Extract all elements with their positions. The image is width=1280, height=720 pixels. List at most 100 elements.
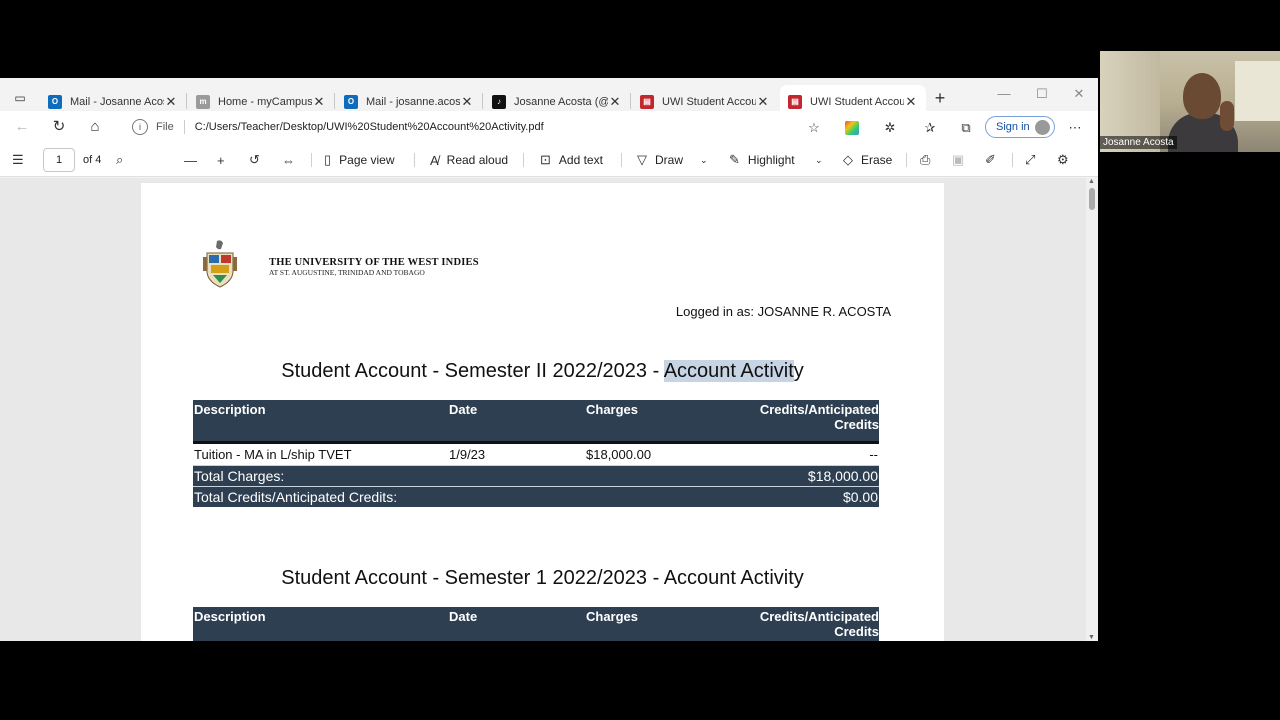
- zoom-out-icon[interactable]: —: [184, 150, 205, 170]
- settings-gear-icon[interactable]: ⚙: [1057, 150, 1077, 170]
- row-credits: --: [725, 440, 879, 465]
- save-icon[interactable]: ▣: [952, 150, 972, 170]
- col-header: Description: [193, 607, 448, 641]
- toolbar-divider: [621, 153, 622, 167]
- sign-in-button[interactable]: Sign in: [985, 116, 1055, 138]
- highlight-button[interactable]: ✎ Highlight: [729, 150, 795, 170]
- total-charges-row: Total Charges: $18,000.00: [193, 464, 879, 486]
- highlight-chevron-down-icon[interactable]: ⌄: [815, 150, 823, 170]
- title-highlight: Account Activit: [663, 360, 794, 382]
- read-aloud-label: Read aloud: [446, 153, 509, 167]
- pdf-page: THE UNIVERSITY OF THE WEST INDIES AT ST.…: [141, 183, 944, 641]
- draw-button[interactable]: ▽ Draw: [637, 150, 683, 170]
- minimize-icon[interactable]: —: [992, 86, 1016, 106]
- tab-separator: [630, 93, 631, 109]
- row-description: Tuition - MA in L/ship TVET: [193, 440, 448, 465]
- address-bar: ← ↻ ⌂ i File C:/Users/Teacher/Desktop/UW…: [0, 111, 1098, 143]
- total-credits-label: Total Credits/Anticipated Credits:: [193, 485, 725, 507]
- url-field[interactable]: i File C:/Users/Teacher/Desktop/UWI%20St…: [122, 114, 834, 140]
- rotate-icon[interactable]: ↺: [249, 150, 268, 170]
- total-charges-label: Total Charges:: [193, 464, 725, 486]
- col-header: Credits/Anticipated Credits: [725, 400, 879, 442]
- back-arrow-icon[interactable]: ←: [10, 116, 34, 138]
- home-icon[interactable]: ⌂: [83, 116, 107, 138]
- add-text-button[interactable]: ⊡ Add text: [540, 150, 603, 170]
- scrollbar-thumb[interactable]: [1089, 188, 1095, 210]
- row-charges: $18,000.00: [585, 440, 725, 465]
- outlook-icon: O: [48, 94, 62, 109]
- maximize-icon[interactable]: ☐: [1030, 86, 1054, 106]
- search-icon[interactable]: ⌕: [116, 150, 131, 170]
- uwi-crest-logo: [203, 240, 237, 288]
- row-date: 1/9/23: [448, 440, 585, 465]
- pdf-toolbar: ☰ 1 of 4 ⌕ — + ↺ ⇔ ▯ Page view A̸ Read alo…: [0, 143, 1098, 177]
- toolbar-divider: [1012, 153, 1013, 167]
- tab-separator: [482, 93, 483, 109]
- total-charges-value: $18,000.00: [725, 464, 879, 486]
- sign-in-label: Sign in: [996, 121, 1030, 133]
- more-menu-icon[interactable]: ⋯: [1066, 119, 1084, 137]
- scroll-down-icon[interactable]: ▼: [1088, 634, 1095, 641]
- vertical-scrollbar[interactable]: ▲ ▼: [1086, 178, 1098, 641]
- col-header: Date: [448, 607, 585, 641]
- divider: [183, 120, 185, 134]
- page-view-label: Page view: [339, 153, 395, 167]
- read-aloud-button[interactable]: A̸ Read aloud: [430, 150, 508, 170]
- extensions-puzzle-icon[interactable]: ✲: [881, 119, 899, 137]
- table-header-row: Description Date Charges Credits/Anticip…: [193, 400, 879, 442]
- zoom-in-icon[interactable]: +: [217, 150, 233, 170]
- favorite-star-icon[interactable]: ☆: [805, 119, 823, 137]
- screen: ▭ O Mail - Josanne Acosta ✕ m Home - myC…: [0, 0, 1280, 720]
- pdf-icon: ▤: [788, 94, 802, 109]
- close-icon[interactable]: ✕: [164, 94, 178, 110]
- close-icon[interactable]: ✕: [608, 94, 622, 110]
- save-as-icon[interactable]: ✐: [985, 150, 1004, 170]
- pdf-icon: ▤: [640, 94, 654, 109]
- total-credits-value: $0.00: [725, 485, 879, 507]
- draw-chevron-down-icon[interactable]: ⌄: [700, 150, 708, 170]
- background-window: [1235, 61, 1280, 121]
- fullscreen-icon[interactable]: ⤢: [1025, 150, 1043, 170]
- col-header: Charges: [585, 607, 725, 641]
- page-view-button[interactable]: ▯ Page view: [324, 150, 395, 170]
- close-icon[interactable]: ✕: [904, 94, 918, 110]
- toolbar-divider: [414, 153, 415, 167]
- tab-title: Josanne Acosta (@jos: [514, 95, 608, 108]
- print-icon[interactable]: ⎙: [920, 150, 938, 170]
- info-icon[interactable]: i: [132, 119, 148, 135]
- extension-color-icon[interactable]: [845, 121, 859, 135]
- scheme-label: File: [156, 121, 174, 133]
- close-icon[interactable]: ✕: [756, 94, 770, 110]
- webcam-video-tile: Josanne Acosta: [1100, 51, 1280, 152]
- page-number-input[interactable]: 1: [43, 148, 75, 172]
- tab-title: UWI Student Account: [810, 95, 904, 108]
- page-view-icon: ▯: [324, 152, 332, 167]
- outlook-icon: O: [344, 94, 358, 109]
- favorites-icon[interactable]: ✰: [921, 119, 939, 137]
- add-text-label: Add text: [558, 153, 603, 167]
- participant-name: Josanne Acosta: [1100, 136, 1177, 149]
- scroll-up-icon[interactable]: ▲: [1088, 178, 1095, 185]
- section1-table: Description Date Charges Credits/Anticip…: [193, 400, 879, 507]
- section2-table: Description Date Charges Credits/Anticip…: [193, 607, 879, 641]
- university-subtitle: AT ST. AUGUSTINE, TRINIDAD AND TOBAGO: [269, 268, 425, 277]
- read-aloud-icon: A̸: [430, 152, 439, 168]
- tab-actions-icon[interactable]: ▭: [8, 88, 32, 108]
- contents-icon[interactable]: ☰: [12, 150, 32, 170]
- close-icon[interactable]: ✕: [460, 94, 474, 110]
- tab-title: Mail - josanne.acosta: [366, 95, 460, 108]
- table-row: Tuition - MA in L/ship TVET 1/9/23 $18,0…: [193, 440, 879, 465]
- fit-width-icon[interactable]: ⇔: [282, 150, 303, 170]
- pdf-viewer[interactable]: THE UNIVERSITY OF THE WEST INDIES AT ST.…: [0, 178, 1098, 641]
- new-tab-button[interactable]: +: [929, 88, 951, 110]
- close-icon[interactable]: ✕: [312, 94, 326, 110]
- window-close-icon[interactable]: ✕: [1067, 86, 1091, 106]
- erase-button[interactable]: ◇ Erase: [843, 150, 892, 170]
- section1-title: Student Account - Semester II 2022/2023 …: [141, 360, 944, 383]
- total-credits-row: Total Credits/Anticipated Credits: $0.00: [193, 485, 879, 507]
- participant-head: [1183, 73, 1221, 119]
- browser-window: ▭ O Mail - Josanne Acosta ✕ m Home - myC…: [0, 78, 1098, 641]
- refresh-icon[interactable]: ↻: [47, 116, 71, 138]
- collections-icon[interactable]: ⧉: [957, 119, 975, 137]
- page-total: of 4: [83, 154, 102, 166]
